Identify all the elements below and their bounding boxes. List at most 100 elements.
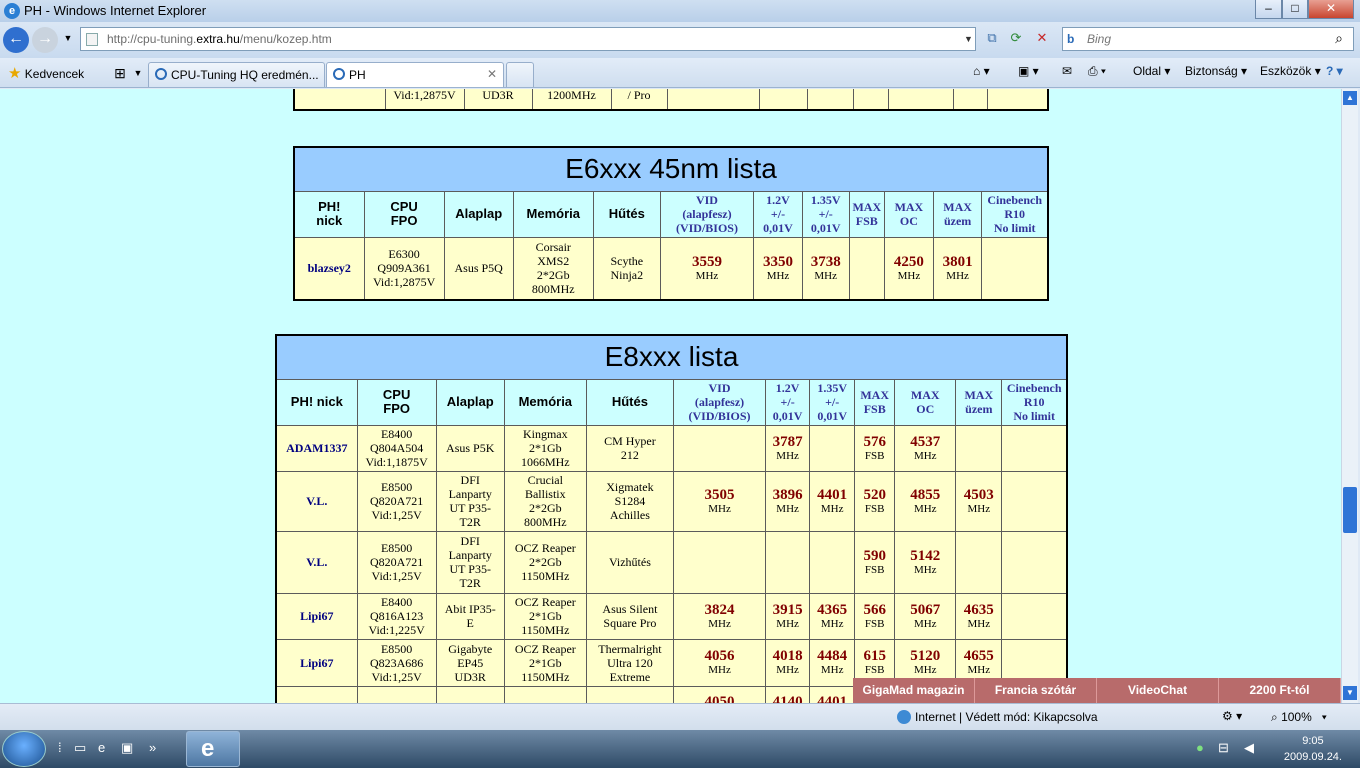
new-tab-button[interactable] <box>506 62 534 87</box>
value-cell: 3559 MHz <box>659 236 755 301</box>
tab-ph[interactable]: PH ✕ <box>326 62 504 87</box>
table-cell: E8500 Q823A686 Vid:1,25V <box>356 638 437 687</box>
tray-app-icon[interactable]: ● <box>1196 740 1204 755</box>
column-header: MAX FSB <box>854 378 896 426</box>
protected-mode-icon[interactable]: ⚙ ▾ <box>1222 709 1242 723</box>
ie-taskbar-button[interactable]: e <box>186 731 240 767</box>
table-cell: OCZ Reaper 2*1Gb 1150MHz <box>503 638 587 687</box>
help-icon[interactable]: ? ▾ <box>1326 64 1343 78</box>
column-header: MAX FSB <box>848 190 886 238</box>
ad-link[interactable]: 2200 Ft-tól <box>1219 678 1341 703</box>
table-cell <box>1001 470 1068 532</box>
ad-link[interactable]: VideoChat <box>1097 678 1219 703</box>
home-icon[interactable]: ⌂ ▾ <box>973 64 990 78</box>
zoom-level: 100% <box>1281 710 1312 724</box>
scroll-thumb[interactable] <box>1343 487 1357 533</box>
value-cell: 590 FSB <box>854 530 896 594</box>
maximize-button[interactable]: □ <box>1282 0 1308 19</box>
navigation-bar: ← → ▼ http://cpu-tuning.extra.hu/menu/ko… <box>0 22 1360 58</box>
ie-quicklaunch-icon[interactable]: e <box>98 740 105 755</box>
value-cell: 4635 MHz <box>955 592 1003 640</box>
save-icon[interactable]: ▣ <box>121 740 133 756</box>
page-menu-label: Oldal <box>1133 64 1162 78</box>
page-menu[interactable]: Oldal ▾ <box>1133 64 1170 78</box>
print-icon[interactable]: ⎙ ▾ <box>1088 64 1106 79</box>
search-placeholder: Bing <box>1087 32 1112 46</box>
table-cell: Gigabyte <box>435 685 505 703</box>
vertical-scrollbar[interactable]: ▲ ▼ <box>1341 89 1358 703</box>
table-title: E8xxx lista <box>276 335 1067 380</box>
stop-icon[interactable]: ✕ <box>1032 28 1052 48</box>
value-cell: 3801 MHz <box>932 236 983 301</box>
feeds-icon[interactable]: ▣ ▾ <box>1018 64 1039 78</box>
table-row: Lipi67 E8400 Q816A123 Vid:1,225V Abit IP35- E… <box>275 592 1068 640</box>
scroll-up-arrow[interactable]: ▲ <box>1343 91 1357 105</box>
close-button[interactable]: ✕ <box>1308 0 1354 19</box>
quick-tabs-icon[interactable]: ⊞ <box>110 63 130 83</box>
value-cell: 4140MHz <box>765 685 811 703</box>
volume-icon[interactable]: ◀ <box>1244 740 1254 756</box>
mail-icon[interactable]: ✉ <box>1062 64 1072 78</box>
value-cell: 4250 MHz <box>884 236 934 301</box>
recent-pages-dropdown[interactable]: ▼ <box>58 28 78 48</box>
ie-taskbar-icon: e <box>201 735 215 762</box>
favorites-label: Kedvencek <box>24 67 85 81</box>
table-cell: CM Hyper 212 <box>585 424 674 472</box>
tab-label: CPU-Tuning HQ eredmén... <box>171 68 319 82</box>
value-cell <box>848 236 886 301</box>
value-cell: 3896 MHz <box>765 470 811 532</box>
column-header: Memória <box>503 378 587 426</box>
search-box[interactable]: b Bing ⌕ <box>1062 27 1354 51</box>
value-cell: 5142 MHz <box>894 530 957 594</box>
ie-tab-icon <box>333 68 345 80</box>
value-cell: 4537 MHz <box>894 424 957 472</box>
scroll-down-arrow[interactable]: ▼ <box>1343 686 1357 700</box>
page-content: Vid:1,2875V UD3R 1200MHz / Pro E6xxx 45n… <box>0 89 1341 703</box>
ie-window: e PH - Windows Internet Explorer – □ ✕ ←… <box>0 0 1360 768</box>
compatibility-view-icon[interactable]: ⧉ <box>982 28 1002 48</box>
ad-link[interactable]: GigaMad magazin <box>853 678 975 703</box>
more-icon[interactable]: » <box>149 740 156 755</box>
table-cell: Asus P5K <box>435 424 505 472</box>
forward-button[interactable]: → <box>32 27 58 53</box>
security-zone[interactable]: Internet | Védett mód: Kikapcsolva <box>897 710 1098 724</box>
clock[interactable]: 9:05 2009.09.24. <box>1284 733 1342 765</box>
value-cell <box>955 530 1003 594</box>
table-row: V.L. E8500 Q820A721 Vid:1,25V DFI Lanparty UT … <box>275 470 1068 532</box>
nick-cell <box>275 685 358 703</box>
back-button[interactable]: ← <box>3 27 29 53</box>
search-icon[interactable]: ⌕ <box>1335 30 1343 47</box>
start-button[interactable] <box>2 731 46 767</box>
ad-link[interactable]: Francia szótár <box>975 678 1097 703</box>
refresh-icon[interactable]: ⟳ <box>1006 28 1026 48</box>
safety-menu[interactable]: Biztonság ▾ <box>1185 64 1247 78</box>
tools-menu[interactable]: Eszközök ▾ <box>1260 64 1321 78</box>
safety-menu-label: Biztonság <box>1185 64 1238 78</box>
table-cell: Kingmax 2*1Gb 1066MHz <box>503 424 587 472</box>
value-cell: 4050MHz <box>672 685 767 703</box>
e8xxx-table: E8xxx lista PH! nick CPU FPO Alaplap Memória… <box>275 334 1068 703</box>
tab-cpu-tuning[interactable]: CPU-Tuning HQ eredmén... <box>148 62 325 87</box>
table-cell <box>1001 424 1068 472</box>
column-header: 1.2V +/- 0,01V <box>753 190 803 238</box>
nick-cell: Lipi67 <box>275 638 358 687</box>
network-icon[interactable]: ⊟ <box>1218 740 1229 756</box>
table-cell: Gigabyte EP45 UD3R <box>435 638 505 687</box>
table-cell: E6300 Q909A361 Vid:1,2875V <box>363 236 445 301</box>
table-cell <box>1001 530 1068 594</box>
address-bar[interactable]: http://cpu-tuning.extra.hu/menu/kozep.ht… <box>80 27 976 51</box>
favorites-button[interactable]: ★ Kedvencek <box>8 64 84 82</box>
desktop-icon[interactable]: ▭ <box>74 740 86 756</box>
address-dropdown-icon[interactable]: ▼ <box>964 34 973 44</box>
value-cell: 3738 MHz <box>801 236 850 301</box>
tab-label: PH <box>349 68 366 82</box>
close-tab-icon[interactable]: ✕ <box>487 67 497 81</box>
value-cell <box>765 530 811 594</box>
tab-list-dropdown[interactable]: ▼ <box>128 63 148 83</box>
minimize-button[interactable]: – <box>1255 0 1282 19</box>
zoom-control[interactable]: ⌕ 100% ▾ <box>1271 710 1327 725</box>
table-cell: Thermalright Ultra 120 Extreme <box>585 638 674 687</box>
table-row: V.L. E8500 Q820A721 Vid:1,25V DFI Lanparty UT … <box>275 530 1068 594</box>
value-cell: 566 FSB <box>854 592 896 640</box>
title-bar: e PH - Windows Internet Explorer – □ ✕ <box>0 0 1360 22</box>
